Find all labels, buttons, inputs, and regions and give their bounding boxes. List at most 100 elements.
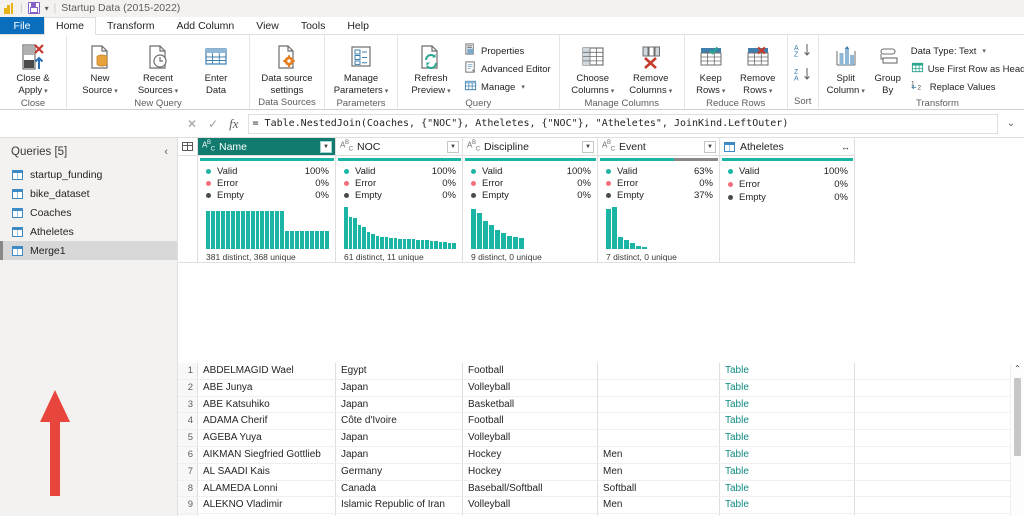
manage-chevron-down-icon[interactable]: ▾ <box>521 83 525 91</box>
row-number[interactable]: 4 <box>178 413 198 430</box>
use-first-row-as-headers-button[interactable]: Use First Row as Headers ▾ <box>908 61 1024 77</box>
cell-atheletes[interactable]: Table <box>720 514 855 516</box>
cell-atheletes[interactable]: Table <box>720 446 855 463</box>
distinct-unique-noc: 61 distinct, 11 unique <box>344 252 424 262</box>
cell-name: ADAMA Cherif <box>198 413 336 430</box>
table-row[interactable]: 4 ADAMA Cherif Côte d'Ivoire Football Table <box>178 413 1024 431</box>
group-by-button[interactable]: Group By <box>870 39 906 96</box>
row-number[interactable]: 3 <box>178 396 198 413</box>
split-column-chevron-down-icon[interactable]: ▾ <box>861 88 865 95</box>
tab-file[interactable]: File <box>0 17 44 34</box>
data-source-settings-button[interactable]: Data source settings <box>255 39 319 96</box>
table-row[interactable]: 10ALEKSEEV AlexeyROCHandballWomenTable <box>178 514 1024 516</box>
table-row[interactable]: 7 AL SAADI Kais Germany Hockey Men Table <box>178 463 1024 481</box>
column-header-event[interactable]: ABC Event ▼ <box>598 138 720 156</box>
replace-values-button[interactable]: 12 Replace Values <box>908 79 1024 95</box>
table-row[interactable]: 1 ABDELMAGID Wael Egypt Football Table <box>178 363 1024 380</box>
table-row[interactable]: 9 ALEKNO Vladimir Islamic Republic of Iran… <box>178 497 1024 515</box>
sidebar-item-startup-funding[interactable]: startup_funding <box>0 165 177 184</box>
column-header-discipline[interactable]: ABC Discipline ▼ <box>463 138 598 156</box>
choose-columns-button[interactable]: Choose Columns ▾ <box>565 39 621 97</box>
data-type-chevron-down-icon[interactable]: ▾ <box>982 47 986 55</box>
keep-rows-button[interactable]: Keep Rows ▾ <box>690 39 732 97</box>
tab-home[interactable]: Home <box>44 17 97 35</box>
column-filter-chevron-down-icon[interactable]: ▼ <box>320 140 332 153</box>
scrollbar-thumb[interactable] <box>1014 378 1021 456</box>
remove-rows-chevron-down-icon[interactable]: ▾ <box>769 88 773 95</box>
column-filter-chevron-down-icon[interactable]: ▼ <box>447 140 459 153</box>
table-row[interactable]: 6 AIKMAN Siegfried Gottlieb Japan Hockey Men… <box>178 446 1024 464</box>
formula-input[interactable]: = Table.NestedJoin(Coaches, {"NOC"}, Ath… <box>247 113 998 134</box>
table-row[interactable]: 3 ABE Katsuhiko Japan Basketball Table <box>178 396 1024 414</box>
confirm-icon[interactable]: ✓ <box>208 117 218 131</box>
split-column-button[interactable]: Split Column ▾ <box>824 39 868 97</box>
manage-button[interactable]: Manage ▾ <box>461 79 554 95</box>
cell-atheletes[interactable]: Table <box>720 396 855 413</box>
enter-data-button[interactable]: Enter Data <box>188 39 244 96</box>
vertical-scrollbar[interactable]: ⌃ <box>1010 363 1024 516</box>
new-source-chevron-down-icon[interactable]: ▾ <box>114 88 118 95</box>
manage-parameters-button[interactable]: Manage Parameters ▾ <box>330 39 392 97</box>
scroll-up-icon[interactable]: ⌃ <box>1011 363 1024 375</box>
remove-columns-icon <box>638 42 664 72</box>
table-row[interactable]: 5 AGEBA Yuya Japan Volleyball Table <box>178 430 1024 447</box>
select-all-icon[interactable] <box>178 138 198 156</box>
sort-ascending-icon[interactable]: AZ <box>794 43 812 63</box>
column-header-noc[interactable]: ABC NOC ▼ <box>336 138 463 156</box>
row-number[interactable]: 5 <box>178 430 198 446</box>
cell-atheletes[interactable]: Table <box>720 413 855 430</box>
close-apply-chevron-down-icon[interactable]: ▾ <box>44 88 48 95</box>
choose-columns-chevron-down-icon[interactable]: ▾ <box>611 88 615 95</box>
cell-atheletes[interactable]: Table <box>720 363 855 379</box>
keep-rows-chevron-down-icon[interactable]: ▾ <box>722 88 726 95</box>
recent-sources-chevron-down-icon[interactable]: ▾ <box>175 88 179 95</box>
table-row[interactable]: 2 ABE Junya Japan Volleyball Table <box>178 379 1024 397</box>
column-header-name[interactable]: ABC Name ▼ <box>198 138 336 156</box>
properties-button[interactable]: Properties <box>461 43 554 59</box>
close-and-apply-button[interactable]: Close & Apply ▾ <box>5 39 61 97</box>
tab-add-column[interactable]: Add Column <box>165 17 245 34</box>
row-number[interactable]: 8 <box>178 480 198 497</box>
sidebar-item-bike-dataset[interactable]: bike_dataset <box>0 184 177 203</box>
sidebar-item-merge1[interactable]: Merge1 <box>0 241 177 260</box>
refresh-preview-button[interactable]: Refresh Preview ▾ <box>403 39 459 97</box>
table-row[interactable]: 8 ALAMEDA Lonni Canada Baseball/Softball Sof… <box>178 480 1024 498</box>
expand-columns-icon[interactable]: ↔ <box>841 142 851 152</box>
advanced-editor-button[interactable]: Advanced Editor <box>461 61 554 77</box>
tab-transform[interactable]: Transform <box>96 17 165 34</box>
tab-tools[interactable]: Tools <box>290 17 337 34</box>
manage-parameters-chevron-down-icon[interactable]: ▾ <box>385 88 389 95</box>
cell-atheletes[interactable]: Table <box>720 430 855 446</box>
quick-access-chevron-down-icon[interactable]: ▾ <box>45 4 49 13</box>
data-type-button[interactable]: Data Type: Text ▾ <box>908 43 1024 59</box>
cancel-icon[interactable]: ✕ <box>187 117 197 131</box>
row-number[interactable]: 2 <box>178 379 198 396</box>
collapse-pane-icon[interactable]: ‹ <box>164 146 168 158</box>
row-number[interactable]: 7 <box>178 463 198 480</box>
cell-atheletes[interactable]: Table <box>720 463 855 480</box>
sort-descending-icon[interactable]: ZA <box>794 67 812 87</box>
sidebar-item-coaches[interactable]: Coaches <box>0 203 177 222</box>
new-source-button[interactable]: New Source ▾ <box>72 39 128 97</box>
recent-sources-button[interactable]: Recent Sources ▾ <box>130 39 186 97</box>
refresh-preview-chevron-down-icon[interactable]: ▾ <box>447 88 451 95</box>
column-filter-chevron-down-icon[interactable]: ▼ <box>704 140 716 153</box>
cell-atheletes[interactable]: Table <box>720 480 855 497</box>
remove-columns-chevron-down-icon[interactable]: ▾ <box>669 88 673 95</box>
row-number[interactable]: 9 <box>178 497 198 514</box>
tab-help[interactable]: Help <box>336 17 380 34</box>
tab-view[interactable]: View <box>245 17 290 34</box>
cell-atheletes[interactable]: Table <box>720 497 855 514</box>
row-number[interactable]: 1 <box>178 363 198 379</box>
remove-rows-button[interactable]: Remove Rows ▾ <box>734 39 782 97</box>
cell-atheletes[interactable]: Table <box>720 379 855 396</box>
row-number[interactable]: 6 <box>178 446 198 463</box>
fx-icon[interactable]: fx <box>229 116 238 132</box>
row-number[interactable]: 10 <box>178 514 198 516</box>
sidebar-item-atheletes[interactable]: Atheletes <box>0 222 177 241</box>
remove-columns-button[interactable]: Remove Columns ▾ <box>623 39 679 97</box>
column-header-atheletes[interactable]: Atheletes ↔ <box>720 138 855 156</box>
column-filter-chevron-down-icon[interactable]: ▼ <box>582 140 594 153</box>
formula-expand-chevron-down-icon[interactable]: ⌄ <box>998 118 1024 129</box>
save-icon[interactable] <box>27 2 40 14</box>
